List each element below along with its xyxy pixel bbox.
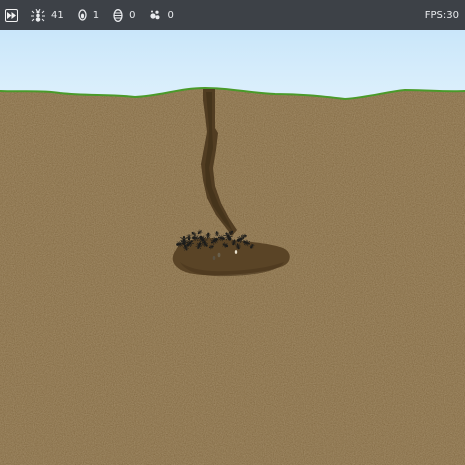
brood-item xyxy=(234,250,238,254)
ant-count: 41 xyxy=(31,8,64,22)
ant-icon xyxy=(31,8,45,22)
fast-forward-icon xyxy=(7,11,16,19)
soil-texture-light xyxy=(0,88,465,465)
fps-label: FPS: xyxy=(424,9,447,21)
fast-forward-button[interactable] xyxy=(5,8,18,22)
food-count-value: 0 xyxy=(167,9,174,21)
world-scene[interactable] xyxy=(0,0,465,465)
game-view[interactable]: 41 1 0 0 FPS: 30 xyxy=(0,0,465,465)
fps-counter: FPS: 30 xyxy=(425,10,459,21)
brood-item xyxy=(212,255,216,261)
hud-bar: 41 1 0 0 FPS: 30 xyxy=(0,0,465,30)
egg-count: 1 xyxy=(78,9,99,21)
egg-icon xyxy=(78,9,87,21)
fps-value: 30 xyxy=(446,9,459,21)
brood-item xyxy=(217,252,221,258)
food-icon xyxy=(150,10,160,20)
larva-count-value: 0 xyxy=(129,9,136,21)
ant-count-value: 41 xyxy=(51,9,64,21)
larva-icon xyxy=(113,8,123,22)
larva-count: 0 xyxy=(113,8,136,22)
egg-count-value: 1 xyxy=(92,9,100,21)
food-count: 0 xyxy=(149,9,174,21)
